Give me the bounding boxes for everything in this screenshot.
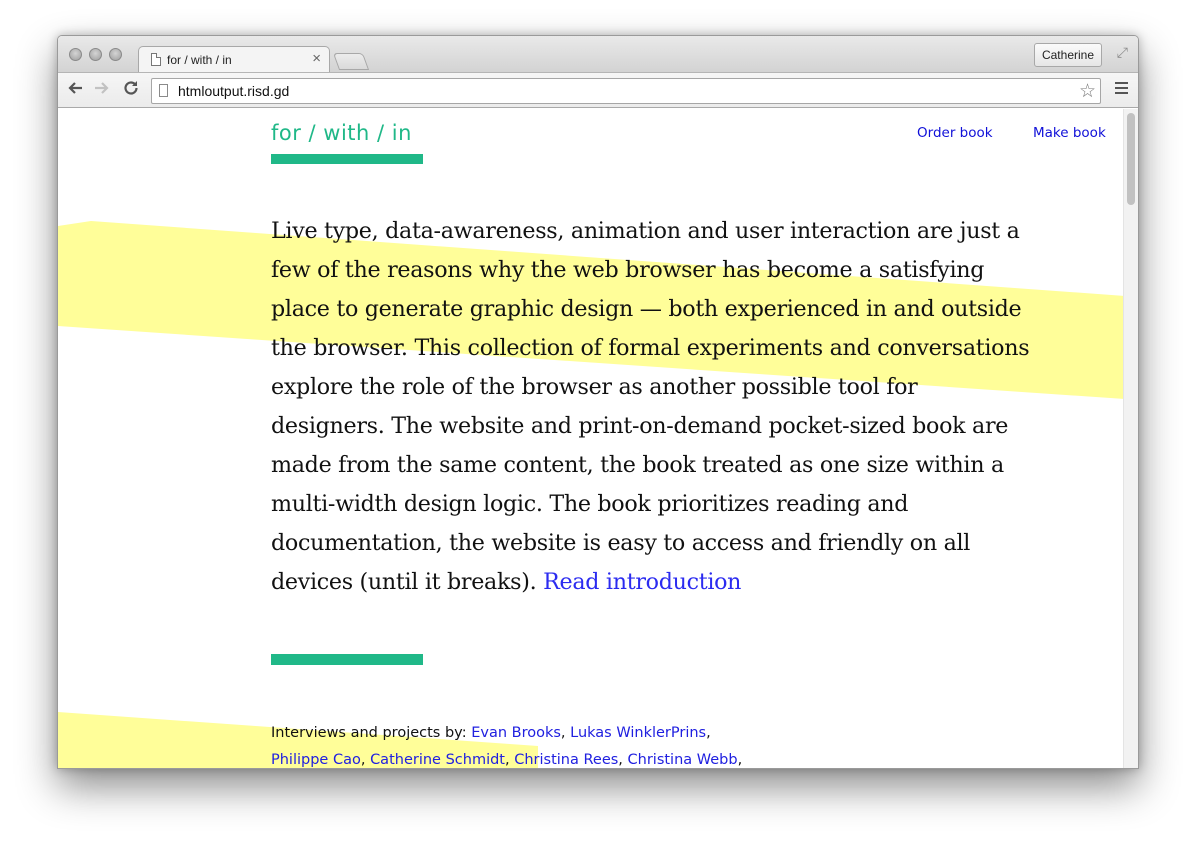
minimize-window-button[interactable] xyxy=(89,48,102,61)
section-divider xyxy=(271,654,423,665)
intro-paragraph: Live type, data-awareness, animation and… xyxy=(271,212,1031,602)
make-book-link[interactable]: Make book xyxy=(1033,125,1106,141)
profile-button[interactable]: Catherine xyxy=(1033,43,1102,67)
credits-label: Interviews and projects by: xyxy=(271,725,467,741)
close-window-button[interactable] xyxy=(69,48,82,61)
read-introduction-link[interactable]: Read introduction xyxy=(543,569,741,595)
tab-strip: for / with / in × Catherine ⤢ xyxy=(58,36,1138,73)
bookmark-star-icon[interactable]: ☆ xyxy=(1079,80,1096,103)
browser-window: for / with / in × Catherine ⤢ htmloutput… xyxy=(57,35,1139,769)
contributor-link[interactable]: Lukas WinklerPrins xyxy=(570,725,706,741)
page-icon xyxy=(159,84,168,97)
browser-toolbar: htmloutput.risd.gd ☆ xyxy=(58,72,1138,108)
zoom-window-button[interactable] xyxy=(109,48,122,61)
contributor-link[interactable]: Catherine Schmidt xyxy=(370,752,505,768)
contributor-link[interactable]: Philippe Cao xyxy=(271,752,361,768)
scrollbar-thumb[interactable] xyxy=(1127,113,1135,205)
page-icon xyxy=(151,53,161,66)
fullscreen-icon[interactable]: ⤢ xyxy=(1117,44,1128,61)
new-tab-button[interactable] xyxy=(332,53,370,70)
contributor-link[interactable]: Christina Webb xyxy=(628,752,738,768)
close-icon[interactable]: × xyxy=(312,50,321,67)
logo-underline xyxy=(271,154,423,164)
page-viewport: for / with / in Order book Make book Liv… xyxy=(58,109,1125,768)
address-bar[interactable]: htmloutput.risd.gd ☆ xyxy=(151,78,1101,104)
arrow-left-icon[interactable] xyxy=(66,79,84,101)
hamburger-menu-icon[interactable] xyxy=(1115,82,1128,97)
url-text[interactable]: htmloutput.risd.gd xyxy=(178,83,289,99)
intro-text: Live type, data-awareness, animation and… xyxy=(271,218,1030,595)
reload-icon[interactable] xyxy=(122,79,140,102)
scrollbar[interactable] xyxy=(1123,109,1138,768)
credits: Interviews and projects by: Evan Brooks,… xyxy=(271,725,743,768)
site-logo[interactable]: for / with / in xyxy=(271,121,412,145)
order-book-link[interactable]: Order book xyxy=(917,125,993,141)
contributor-link[interactable]: Evan Brooks xyxy=(471,725,561,741)
tab-title: for / with / in xyxy=(167,53,232,67)
arrow-right-icon[interactable] xyxy=(93,79,111,101)
tab-active[interactable]: for / with / in × xyxy=(138,46,330,73)
contributor-link[interactable]: Christina Rees xyxy=(514,752,618,768)
